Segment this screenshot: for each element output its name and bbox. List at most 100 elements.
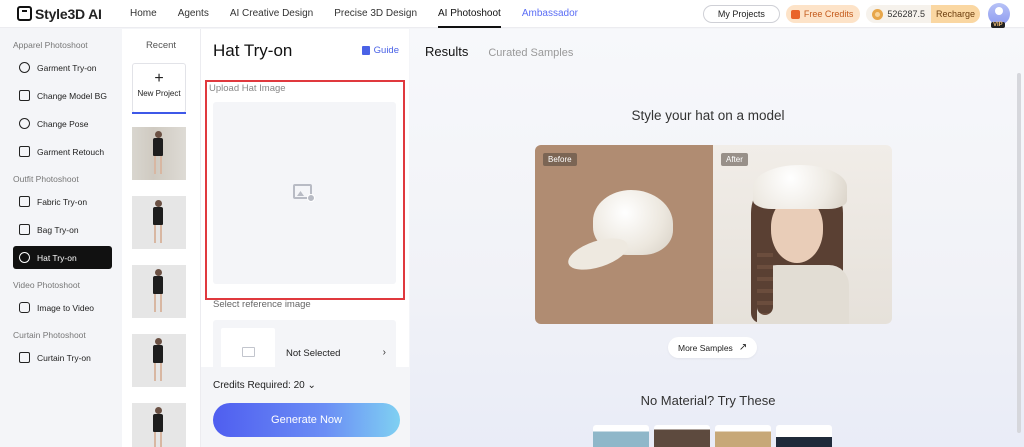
more-samples-label: More Samples [678,342,733,353]
sidebar-item-label: Garment Try-on [37,62,97,73]
recent-project-thumb[interactable] [132,334,186,387]
sidebar-item-change-pose[interactable]: Change Pose [13,112,112,135]
recent-project-thumb[interactable] [132,127,186,180]
avatar[interactable]: VIP [988,3,1010,28]
section-outfit-photoshoot: Outfit Photoshoot [13,174,79,184]
sidebar-item-garment-retouch[interactable]: Garment Retouch [13,140,112,163]
sample-hat-thumb[interactable] [593,425,649,447]
model-figure [152,407,164,447]
model-braid [757,245,773,315]
results-area: Results Curated Samples Style your hat o… [410,29,1024,447]
coin-icon [872,8,884,20]
sample-hats [593,425,832,447]
sidebar-item-label: Curtain Try-on [37,352,91,363]
model-figure [152,200,164,246]
credits-required-dropdown[interactable]: Credits Required: 20 ⌄ [213,380,316,391]
after-image: After [713,145,892,324]
sample-hat-thumb[interactable] [654,425,710,447]
model-figure [152,338,164,384]
sample-hat-thumb[interactable] [776,425,832,447]
sidebar-item-label: Image to Video [37,302,95,313]
recent-project-thumb[interactable] [132,403,186,447]
sidebar-item-label: Garment Retouch [37,146,105,157]
sidebar-item-label: Change Pose [37,118,89,129]
guide-label: Guide [373,45,399,56]
tab-results[interactable]: Results [425,44,468,59]
book-icon [361,46,370,55]
tab-curated-samples[interactable]: Curated Samples [488,47,573,59]
gift-icon [790,9,800,19]
scrollbar[interactable] [1017,73,1021,433]
guide-link[interactable]: Guide [361,45,399,56]
nav-ai-photoshoot[interactable]: AI Photoshoot [438,0,501,28]
upload-hat-dropzone[interactable] [213,102,396,284]
curtain-icon [19,352,30,363]
add-image-icon [293,184,315,202]
free-credits-button[interactable]: Free Credits [785,5,861,23]
config-footer: Credits Required: 20 ⌄ Generate Now [201,367,410,447]
top-bar: Style3D AI Home Agents AI Creative Desig… [0,0,1024,28]
sidebar-item-bag-try-on[interactable]: Bag Try-on [13,218,112,241]
nav-precise-3d-design[interactable]: Precise 3D Design [334,0,417,28]
sidebar-item-label: Bag Try-on [37,224,79,235]
recent-project-thumb[interactable] [132,196,186,249]
model-cap [753,165,847,209]
model-figure [152,269,164,315]
no-material-heading: No Material? Try These [640,393,776,408]
free-credits-label: Free Credits [803,9,854,19]
shirt-icon [19,62,30,73]
sidebar-item-garment-try-on[interactable]: Garment Try-on [13,56,112,79]
config-panel: Hat Try-on Guide Upload Hat Image Select… [200,29,410,447]
results-headline: Style your hat on a model [631,108,785,123]
credits-balance: 526287.5 Recharge [866,5,980,23]
chevron-right-icon: › [382,347,386,358]
recent-project-thumb[interactable] [132,265,186,318]
sample-hat-thumb[interactable] [715,425,771,447]
sidebar-item-image-to-video[interactable]: Image to Video [13,296,112,319]
bag-icon [19,224,30,235]
nav-ai-creative-design[interactable]: AI Creative Design [230,0,313,28]
active-indicator [132,112,186,114]
before-image: Before [535,145,713,324]
nav-home[interactable]: Home [130,0,157,28]
vip-badge: VIP [991,22,1005,28]
recent-panel: Recent + New Project [122,29,200,447]
arrow-up-right-icon: ↗ [738,342,748,353]
before-after-example: Before After [535,145,892,324]
logo[interactable]: Style3D AI [17,6,130,22]
more-samples-button[interactable]: More Samples ↗ [668,337,758,358]
retouch-icon [19,146,30,157]
logo-text: Style3D AI [35,5,102,22]
image-placeholder-icon [242,347,255,357]
section-apparel-photoshoot: Apparel Photoshoot [13,40,88,50]
sidebar-item-label: Fabric Try-on [37,196,88,207]
sidebar-item-curtain-try-on[interactable]: Curtain Try-on [13,346,112,369]
header-actions: My Projects Free Credits 526287.5 Rechar… [702,3,1010,28]
sidebar: Apparel Photoshoot Garment Try-on Change… [0,29,122,447]
after-tag: After [721,153,748,166]
new-project-button[interactable]: + New Project [132,63,186,114]
model-figure [152,131,164,177]
sidebar-item-hat-try-on[interactable]: Hat Try-on [13,246,112,269]
before-tag: Before [543,153,577,166]
plus-icon: + [154,70,164,87]
nav-ambassador[interactable]: Ambassador [522,0,578,28]
sidebar-item-change-model-bg[interactable]: Change Model BG [13,84,112,107]
generate-button[interactable]: Generate Now [213,403,400,437]
video-icon [19,302,30,313]
page-title: Hat Try-on [213,41,293,60]
main-nav: Home Agents AI Creative Design Precise 3… [130,0,599,28]
style3d-logo-icon [17,6,32,21]
section-curtain-photoshoot: Curtain Photoshoot [13,330,86,340]
credits-value: 526287.5 [887,9,925,19]
fabric-icon [19,196,30,207]
nav-agents[interactable]: Agents [178,0,209,28]
reference-label: Select reference image [213,299,311,310]
new-project-label: New Project [137,89,181,98]
my-projects-button[interactable]: My Projects [702,5,780,23]
sidebar-item-label: Hat Try-on [37,252,77,263]
background-icon [19,90,30,101]
recharge-button[interactable]: Recharge [930,5,980,23]
pose-icon [19,118,30,129]
sidebar-item-fabric-try-on[interactable]: Fabric Try-on [13,190,112,213]
